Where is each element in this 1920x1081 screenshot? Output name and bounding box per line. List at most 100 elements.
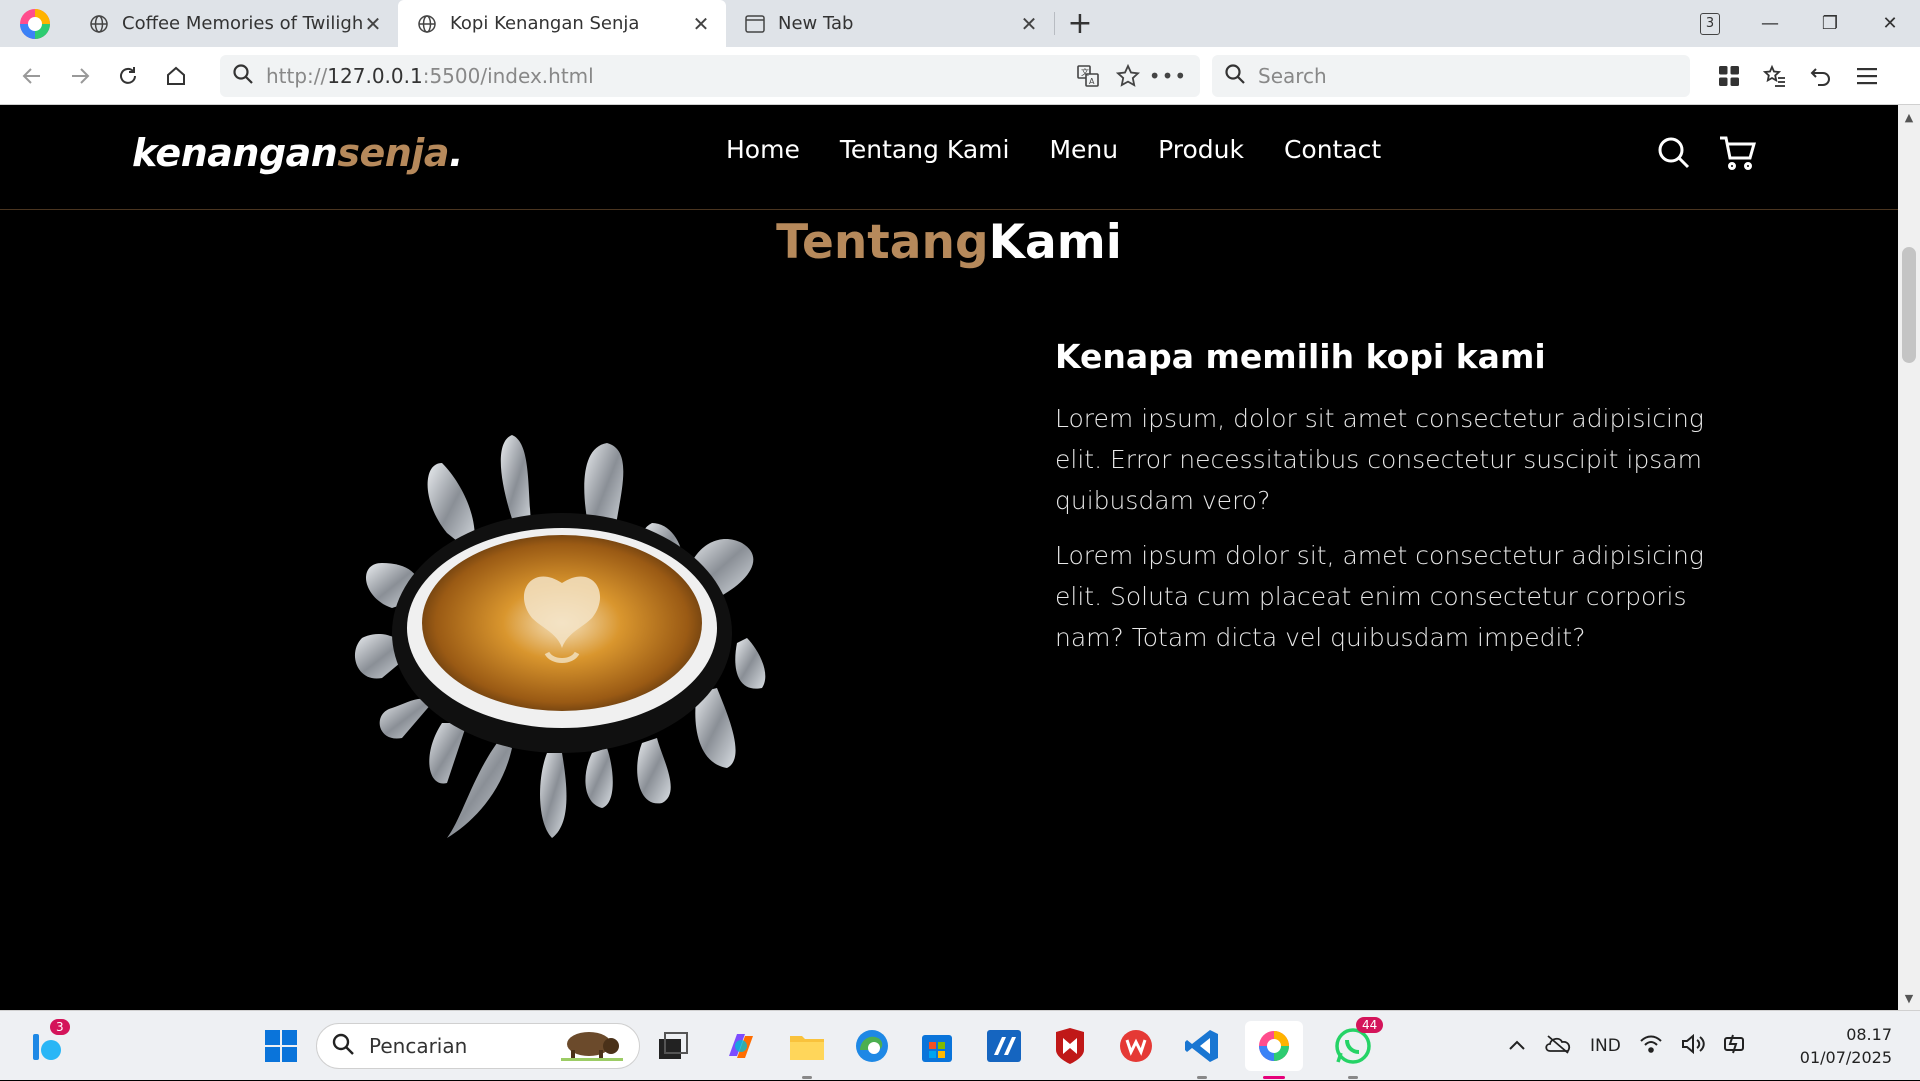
logo-dot: . bbox=[448, 131, 463, 175]
browser-search-box[interactable] bbox=[1212, 54, 1690, 97]
about-paragraph-1: Lorem ipsum, dolor sit amet consectetur … bbox=[1055, 404, 1704, 515]
coffee-splash-image bbox=[352, 423, 822, 843]
toolbar-right-tools bbox=[1706, 53, 1890, 99]
clock-date: 01/07/2025 bbox=[1799, 1048, 1892, 1067]
whatsapp-badge: 44 bbox=[1356, 1017, 1384, 1033]
close-window-button[interactable]: ✕ bbox=[1860, 0, 1920, 47]
site-navbar: kenangansenja. Home Tentang Kami Menu Pr… bbox=[0, 105, 1898, 210]
home-button[interactable] bbox=[152, 52, 200, 100]
active-browser-taskbar-icon[interactable] bbox=[1245, 1021, 1303, 1079]
url-text[interactable]: http://127.0.0.1:5500/index.html bbox=[266, 64, 1068, 88]
url-scheme: http:// bbox=[266, 63, 328, 88]
minimize-button[interactable]: — bbox=[1740, 0, 1800, 47]
restore-button[interactable]: ❐ bbox=[1800, 0, 1860, 47]
scrollbar-thumb[interactable] bbox=[1902, 247, 1916, 363]
page-viewport: kenangansenja. Home Tentang Kami Menu Pr… bbox=[0, 105, 1898, 1010]
reload-button[interactable] bbox=[104, 52, 152, 100]
app-running-indicator bbox=[802, 1076, 812, 1079]
browser-search-input[interactable] bbox=[1256, 62, 1678, 89]
favorites-list-icon[interactable] bbox=[1752, 53, 1798, 99]
system-tray: IND bbox=[1508, 1011, 1749, 1081]
tab-title: Coffee Memories of Twilight bbox=[122, 13, 362, 34]
app-running-indicator bbox=[1197, 1076, 1207, 1079]
search-icon[interactable] bbox=[1656, 135, 1692, 175]
tab-title: New Tab bbox=[778, 13, 854, 34]
input-language-indicator[interactable]: IND bbox=[1590, 1036, 1621, 1056]
tab-count: 3 bbox=[1700, 12, 1720, 35]
file-explorer-icon[interactable] bbox=[784, 1023, 830, 1079]
browser-tabbar: Coffee Memories of Twilight ✕ Kopi Kenan… bbox=[0, 0, 1920, 47]
translate-icon[interactable]: 文A bbox=[1068, 56, 1108, 96]
tab-count-button[interactable]: 3 bbox=[1680, 0, 1740, 47]
edge-browser-icon[interactable] bbox=[849, 1023, 895, 1069]
close-icon[interactable]: ✕ bbox=[362, 12, 384, 36]
newtab-page-icon bbox=[744, 13, 766, 35]
page-scrollbar[interactable]: ▲ ▼ bbox=[1898, 105, 1920, 1010]
window-controls: 3 — ❐ ✕ bbox=[1680, 0, 1920, 47]
tab-new-tab[interactable]: New Tab ✕ bbox=[726, 0, 1054, 47]
windows-start-icon[interactable] bbox=[258, 1023, 304, 1069]
search-icon bbox=[1224, 63, 1246, 89]
scroll-down-arrow-icon[interactable]: ▼ bbox=[1898, 988, 1920, 1008]
task-view-icon[interactable] bbox=[650, 1023, 696, 1069]
tab-coffee-memories[interactable]: Coffee Memories of Twilight ✕ bbox=[70, 0, 398, 47]
widgets-badge: 3 bbox=[50, 1019, 70, 1035]
url-path: :5500/index.html bbox=[422, 63, 594, 88]
search-icon bbox=[331, 1032, 355, 1060]
shopping-cart-icon[interactable] bbox=[1718, 135, 1756, 175]
nav-link-home[interactable]: Home bbox=[726, 135, 800, 164]
clock-time: 08.17 bbox=[1846, 1025, 1892, 1044]
nav-link-menu[interactable]: Menu bbox=[1049, 135, 1118, 164]
widgets-icon[interactable]: 3 bbox=[24, 1019, 70, 1069]
section-title: TentangKami bbox=[0, 215, 1898, 270]
copilot-icon[interactable] bbox=[718, 1023, 764, 1069]
menu-hamburger-icon[interactable] bbox=[1844, 53, 1890, 99]
section-title-accent: Tentang bbox=[776, 215, 989, 270]
site-logo[interactable]: kenangansenja. bbox=[132, 131, 463, 175]
nav-link-contact[interactable]: Contact bbox=[1284, 135, 1381, 164]
battery-charging-icon[interactable] bbox=[1723, 1033, 1749, 1060]
more-options-icon[interactable]: ••• bbox=[1148, 56, 1188, 96]
address-bar[interactable]: http://127.0.0.1:5500/index.html 文A ••• bbox=[220, 54, 1200, 97]
wifi-icon[interactable] bbox=[1639, 1034, 1663, 1059]
favorite-star-icon[interactable] bbox=[1108, 56, 1148, 96]
close-icon[interactable]: ✕ bbox=[1018, 12, 1040, 36]
browser-logo-icon[interactable] bbox=[0, 0, 70, 47]
forward-button[interactable] bbox=[56, 52, 104, 100]
mcafee-icon[interactable] bbox=[1047, 1023, 1093, 1069]
back-button[interactable] bbox=[8, 52, 56, 100]
taskbar-search-label: Pencarian bbox=[369, 1034, 468, 1058]
onedrive-offline-icon[interactable] bbox=[1544, 1034, 1572, 1059]
about-text-block: Kenapa memilih kopi kami Lorem ipsum, do… bbox=[1055, 337, 1755, 672]
about-heading: Kenapa memilih kopi kami bbox=[1055, 337, 1546, 376]
scroll-up-arrow-icon[interactable]: ▲ bbox=[1898, 107, 1920, 127]
taskbar-search[interactable]: Pencarian bbox=[316, 1023, 640, 1069]
vscode-icon[interactable] bbox=[1179, 1023, 1225, 1079]
globe-icon bbox=[88, 13, 110, 35]
bison-illustration-icon bbox=[559, 1026, 625, 1066]
volume-icon[interactable] bbox=[1681, 1033, 1705, 1059]
azure-app-icon[interactable] bbox=[981, 1023, 1027, 1069]
microsoft-store-icon[interactable] bbox=[914, 1023, 960, 1069]
new-tab-button[interactable]: + bbox=[1055, 0, 1105, 47]
taskbar-clock[interactable]: 08.17 01/07/2025 bbox=[1778, 1023, 1892, 1069]
app-active-indicator bbox=[1263, 1076, 1285, 1079]
search-icon bbox=[232, 63, 254, 89]
site-nav-links: Home Tentang Kami Menu Produk Contact bbox=[726, 135, 1381, 164]
undo-icon[interactable] bbox=[1798, 53, 1844, 99]
close-icon[interactable]: ✕ bbox=[690, 12, 712, 36]
nav-link-produk[interactable]: Produk bbox=[1158, 135, 1244, 164]
wps-office-icon[interactable] bbox=[1113, 1023, 1159, 1069]
tab-kopi-kenangan-senja[interactable]: Kopi Kenangan Senja ✕ bbox=[398, 0, 726, 47]
nav-link-tentang-kami[interactable]: Tentang Kami bbox=[840, 135, 1010, 164]
logo-main-text: kenangan bbox=[132, 131, 338, 175]
windows-taskbar: 3 Pencarian 44 IND 08.17 01/07/2025 bbox=[0, 1010, 1920, 1080]
url-host: 127.0.0.1 bbox=[327, 63, 423, 88]
section-title-main: Kami bbox=[988, 215, 1122, 270]
globe-icon bbox=[416, 13, 438, 35]
svg-text:A: A bbox=[1089, 77, 1095, 86]
apps-grid-icon[interactable] bbox=[1706, 53, 1752, 99]
show-hidden-icons-chevron-icon[interactable] bbox=[1508, 1036, 1526, 1056]
whatsapp-icon[interactable]: 44 bbox=[1330, 1017, 1384, 1079]
logo-accent-text: senja bbox=[337, 131, 449, 175]
